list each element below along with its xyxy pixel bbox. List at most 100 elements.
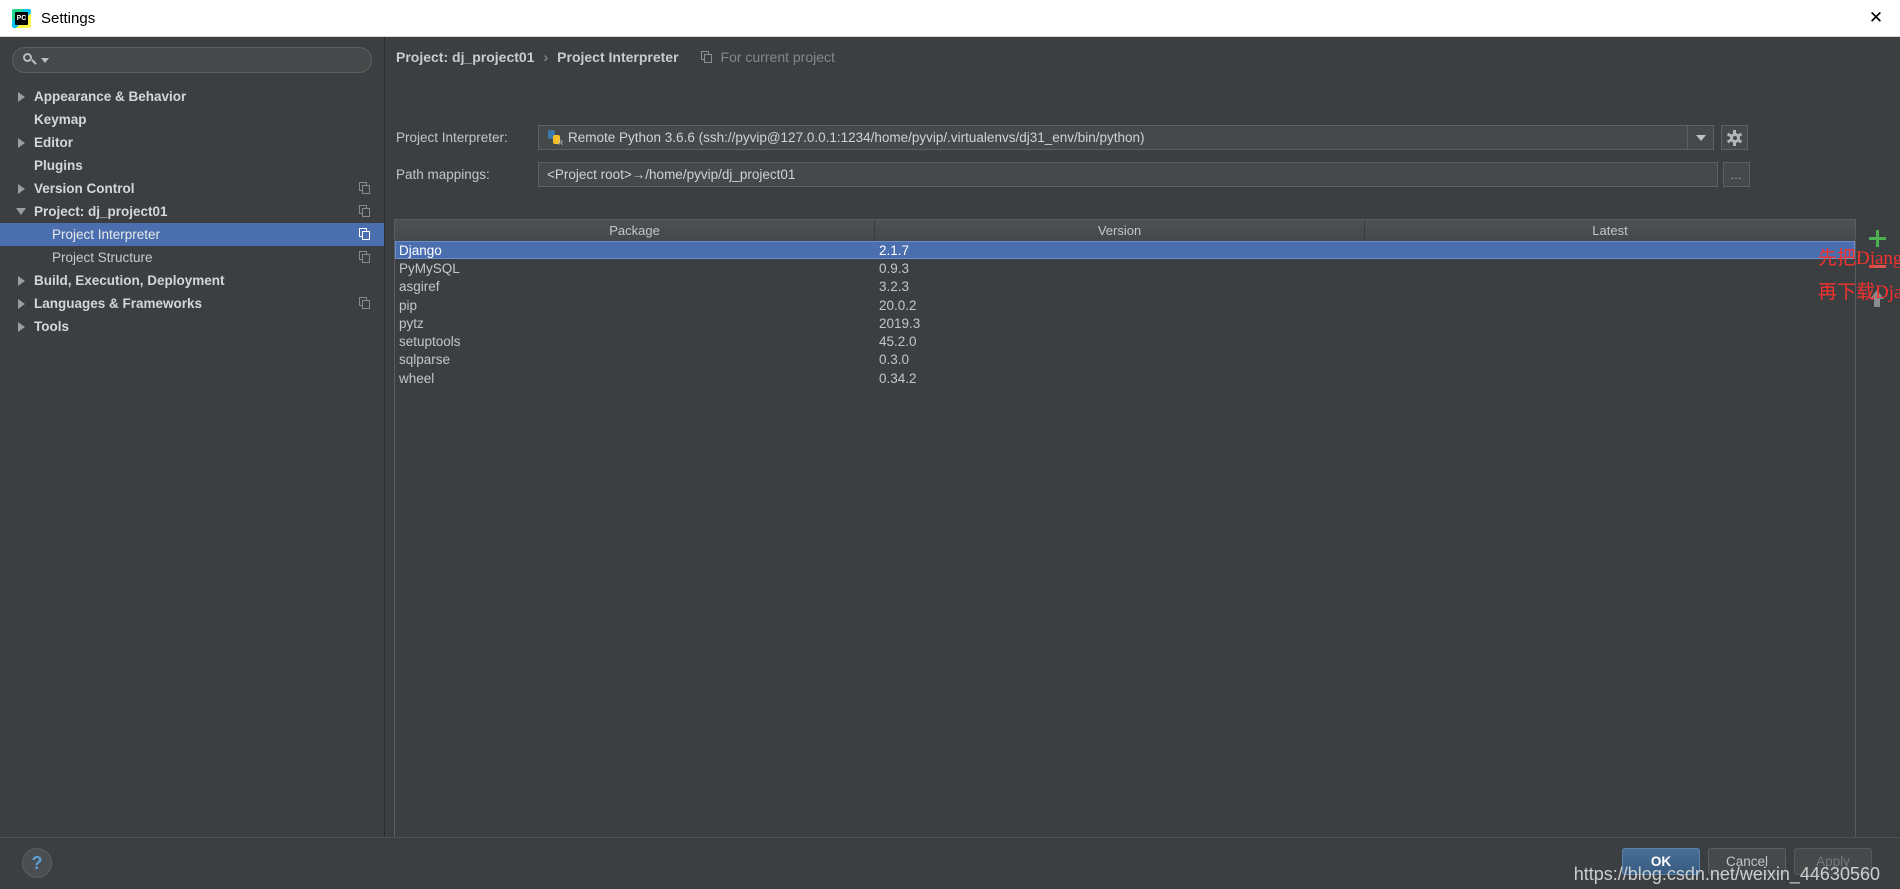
copy-icon	[359, 251, 372, 264]
main-panel: Project: dj_project01 › Project Interpre…	[386, 37, 1900, 843]
cell-package: pytz	[399, 315, 424, 331]
column-header-version[interactable]: Version	[875, 220, 1365, 241]
chevron-right-icon[interactable]	[14, 298, 28, 309]
remove-package-button[interactable]	[1862, 252, 1892, 280]
dialog-footer: ? OK Cancel Apply https://blog.csdn.net/…	[0, 837, 1900, 889]
cell-package: asgiref	[399, 279, 440, 295]
watermark: https://blog.csdn.net/weixin_44630560	[1573, 864, 1880, 884]
sidebar-item-label: Project Structure	[52, 250, 153, 265]
sidebar-item-project-interpreter[interactable]: Project Interpreter	[0, 223, 384, 246]
minus-icon	[1868, 264, 1886, 268]
cell-version: 2.1.7	[879, 242, 910, 258]
cell-version: 0.3.0	[879, 352, 910, 368]
chevron-down-icon[interactable]	[14, 208, 28, 215]
chevron-right-icon[interactable]	[14, 275, 28, 286]
settings-sidebar: Appearance & Behavior Keymap Editor Plugins…	[0, 37, 385, 837]
path-mappings-browse-button[interactable]: …	[1723, 162, 1750, 187]
copy-icon	[359, 182, 372, 195]
project-interpreter-row: Project Interpreter: R Remote Python 3.6…	[386, 125, 1748, 150]
sidebar-item-project-dj-project01[interactable]: Project: dj_project01	[0, 200, 384, 223]
pycharm-icon	[12, 8, 31, 28]
gear-icon	[1726, 129, 1743, 146]
path-mappings-row: Path mappings: <Project root>→/home/pyvi…	[386, 162, 1750, 187]
packages-table: Package Version Latest Django 2.1.7 PyMySQ…	[394, 219, 1856, 843]
cell-version: 2019.3	[879, 315, 921, 331]
close-icon[interactable]: ✕	[1852, 0, 1900, 36]
sidebar-item-version-control[interactable]: Version Control	[0, 177, 384, 200]
table-row[interactable]: setuptools 45.2.0	[395, 332, 1855, 350]
sidebar-item-languages-frameworks[interactable]: Languages & Frameworks	[0, 292, 384, 315]
cell-package: pip	[399, 297, 418, 313]
table-row[interactable]: wheel 0.34.2	[395, 369, 1855, 387]
table-row[interactable]: PyMySQL 0.9.3	[395, 259, 1855, 277]
packages-toolbar	[1857, 219, 1897, 843]
cell-package: Django	[399, 242, 442, 258]
help-icon[interactable]: ?	[22, 848, 52, 878]
for-current-project-badge: For current project	[720, 49, 835, 65]
breadcrumb: Project: dj_project01 › Project Interpre…	[396, 49, 835, 65]
sidebar-item-label: Build, Execution, Deployment	[34, 273, 225, 288]
upgrade-package-button[interactable]	[1862, 280, 1892, 308]
copy-icon	[359, 205, 372, 218]
cell-package: setuptools	[399, 334, 461, 350]
sidebar-item-plugins[interactable]: Plugins	[0, 154, 384, 177]
table-row[interactable]: sqlparse 0.3.0	[395, 351, 1855, 369]
project-interpreter-label: Project Interpreter:	[396, 130, 508, 145]
path-mappings-label: Path mappings:	[396, 167, 490, 182]
sidebar-item-label: Project Interpreter	[52, 227, 161, 242]
chevron-down-icon	[1695, 134, 1706, 141]
cell-package: wheel	[399, 370, 435, 386]
sidebar-item-label: Version Control	[34, 181, 135, 196]
up-arrow-icon	[1870, 289, 1884, 307]
cell-version: 20.0.2	[879, 297, 917, 313]
table-row[interactable]: pip 20.0.2	[395, 296, 1855, 314]
column-header-package[interactable]: Package	[395, 220, 875, 241]
sidebar-item-editor[interactable]: Editor	[0, 131, 384, 154]
sidebar-item-label: Editor	[34, 135, 73, 150]
chevron-right-icon[interactable]	[14, 91, 28, 102]
breadcrumb-project[interactable]: Project: dj_project01	[396, 49, 535, 65]
sidebar-item-project-structure[interactable]: Project Structure	[0, 246, 384, 269]
sidebar-item-label: Project: dj_project01	[34, 204, 168, 219]
search-container	[0, 37, 384, 81]
project-interpreter-select[interactable]: R Remote Python 3.6.6 (ssh://pyvip@127.0…	[538, 125, 1688, 150]
sidebar-item-appearance-behavior[interactable]: Appearance & Behavior	[0, 85, 384, 108]
settings-dialog: Appearance & Behavior Keymap Editor Plugins…	[0, 37, 1900, 889]
sidebar-item-label: Tools	[34, 319, 69, 334]
table-row[interactable]: Django 2.1.7	[395, 241, 1855, 260]
sidebar-item-build-execution-deployment[interactable]: Build, Execution, Deployment	[0, 269, 384, 292]
path-mappings-value[interactable]: <Project root>→/home/pyvip/dj_project01	[538, 162, 1718, 187]
chevron-down-icon[interactable]	[41, 57, 49, 63]
sidebar-item-label: Plugins	[34, 158, 83, 173]
add-package-button[interactable]	[1862, 224, 1892, 252]
table-row[interactable]: pytz 2019.3	[395, 314, 1855, 332]
cell-version: 3.2.3	[879, 279, 910, 295]
python-remote-icon: R	[547, 130, 563, 147]
chevron-right-icon[interactable]	[14, 321, 28, 332]
chevron-right-icon[interactable]	[14, 183, 28, 194]
window-titlebar: Settings ✕	[0, 0, 1900, 37]
cell-package: sqlparse	[399, 352, 451, 368]
search-icon	[23, 52, 39, 68]
cell-version: 0.34.2	[879, 370, 917, 386]
sidebar-item-label: Languages & Frameworks	[34, 296, 203, 311]
sidebar-item-tools[interactable]: Tools	[0, 315, 384, 338]
packages-table-header: Package Version Latest	[395, 220, 1855, 241]
chevron-right-icon[interactable]	[14, 137, 28, 148]
cell-version: 45.2.0	[879, 334, 917, 350]
breadcrumb-page: Project Interpreter	[557, 49, 679, 65]
cell-version: 0.9.3	[879, 260, 910, 276]
table-row[interactable]: asgiref 3.2.3	[395, 278, 1855, 296]
sidebar-item-keymap[interactable]: Keymap	[0, 108, 384, 131]
cell-package: PyMySQL	[399, 260, 460, 276]
copy-icon	[359, 297, 372, 310]
column-header-latest[interactable]: Latest	[1365, 220, 1855, 241]
sidebar-item-label: Appearance & Behavior	[34, 89, 187, 104]
search-input[interactable]	[49, 52, 371, 68]
sidebar-item-label: Keymap	[34, 112, 87, 127]
project-interpreter-value: Remote Python 3.6.6 (ssh://pyvip@127.0.0…	[568, 130, 1145, 145]
search-box[interactable]	[12, 47, 372, 73]
copy-icon	[700, 50, 714, 64]
interpreter-dropdown-button[interactable]	[1688, 125, 1714, 150]
interpreter-settings-button[interactable]	[1721, 125, 1748, 150]
